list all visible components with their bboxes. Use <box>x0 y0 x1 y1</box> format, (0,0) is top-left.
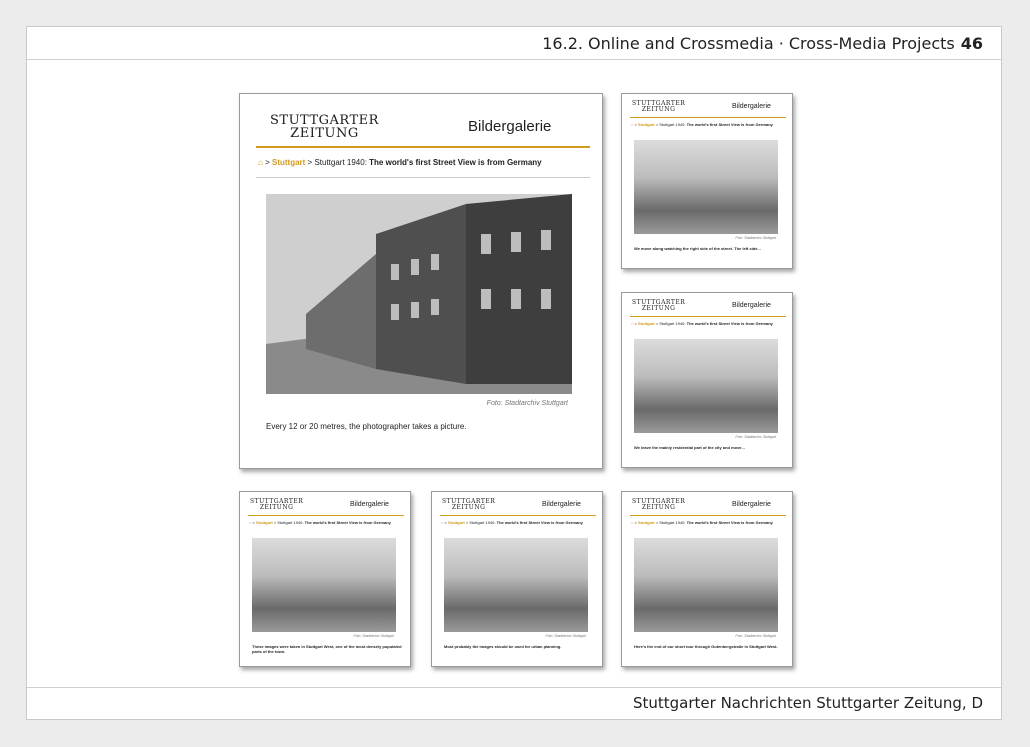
home-icon: ⌂ <box>631 321 634 326</box>
photo-credit: Foto: Stadtarchiv Stuttgart <box>735 236 776 240</box>
newspaper-logo: STUTTGARTER ZEITUNG <box>270 113 379 141</box>
gallery-title: Bildergalerie <box>468 118 552 135</box>
page-frame: 16.2. Online and Crossmedia · Cross-Medi… <box>26 26 1002 720</box>
gallery-title: Bildergalerie <box>732 103 771 110</box>
home-icon: ⌂ <box>441 520 444 525</box>
home-icon: ⌂ <box>631 520 634 525</box>
page-number: 46 <box>960 34 983 53</box>
breadcrumb: ⌂ > Stuttgart > Stuttgart 1940: The worl… <box>631 520 773 525</box>
photo-caption: Every 12 or 20 metres, the photographer … <box>266 422 467 431</box>
accent-rule <box>440 515 596 516</box>
accent-rule <box>630 316 786 317</box>
gallery-title: Bildergalerie <box>732 302 771 309</box>
photo-caption: These images were taken in Stuttgart Wes… <box>252 644 402 654</box>
gallery-screenshot-6: STUTTGARTER ZEITUNG Bildergalerie ⌂ > St… <box>621 491 793 667</box>
newspaper-logo: STUTTGARTER ZEITUNG <box>632 299 686 312</box>
photo-credit: Foto: Stadtarchiv Stuttgart <box>486 400 568 407</box>
home-icon: ⌂ <box>258 158 263 167</box>
photo-caption: Most probably the images should be used … <box>444 644 562 649</box>
gallery-screenshot-3: STUTTGARTER ZEITUNG Bildergalerie ⌂ > St… <box>621 292 793 468</box>
home-icon: ⌂ <box>631 122 634 127</box>
section-title: 16.2. Online and Crossmedia · Cross-Medi… <box>542 34 955 53</box>
street-photo <box>252 538 396 632</box>
photo-caption: We move along watching the right side of… <box>634 246 761 251</box>
accent-rule <box>630 515 786 516</box>
street-photo <box>634 339 778 433</box>
street-photo <box>634 140 778 234</box>
photo-caption: We leave the mainly residential part of … <box>634 445 745 450</box>
photo-caption: Here's the end of our short tour through… <box>634 644 778 649</box>
newspaper-logo: STUTTGARTER ZEITUNG <box>442 498 496 511</box>
gallery-screenshot-2: STUTTGARTER ZEITUNG Bildergalerie ⌂ > St… <box>621 93 793 269</box>
street-photo <box>266 194 572 394</box>
photo-credit: Foto: Stadtarchiv Stuttgart <box>735 634 776 638</box>
gallery-screenshot-4: STUTTGARTER ZEITUNG Bildergalerie ⌂ > St… <box>239 491 411 667</box>
home-icon: ⌂ <box>249 520 252 525</box>
breadcrumb: ⌂ > Stuttgart > Stuttgart 1940: The worl… <box>631 321 773 326</box>
source-credit: Stuttgarter Nachrichten Stuttgarter Zeit… <box>632 694 983 712</box>
gallery-screenshot-5: STUTTGARTER ZEITUNG Bildergalerie ⌂ > St… <box>431 491 603 667</box>
page-header: 16.2. Online and Crossmedia · Cross-Medi… <box>27 27 1001 60</box>
gallery-title: Bildergalerie <box>350 501 389 508</box>
accent-rule <box>248 515 404 516</box>
breadcrumb: ⌂ > Stuttgart > Stuttgart 1940: The worl… <box>249 520 391 525</box>
newspaper-logo: STUTTGARTER ZEITUNG <box>632 498 686 511</box>
gallery-screenshot-large: STUTTGARTER ZEITUNG Bildergalerie ⌂ > St… <box>239 93 603 469</box>
breadcrumb: ⌂ > Stuttgart > Stuttgart 1940: The worl… <box>441 520 583 525</box>
gallery-title: Bildergalerie <box>542 501 581 508</box>
gallery-title: Bildergalerie <box>732 501 771 508</box>
newspaper-logo: STUTTGARTER ZEITUNG <box>632 100 686 113</box>
photo-credit: Foto: Stadtarchiv Stuttgart <box>353 634 394 638</box>
street-photo-art <box>266 194 572 394</box>
page-footer: Stuttgarter Nachrichten Stuttgarter Zeit… <box>27 687 1001 719</box>
breadcrumb: ⌂ > Stuttgart > Stuttgart 1940: The worl… <box>258 158 542 167</box>
street-photo <box>444 538 588 632</box>
newspaper-logo: STUTTGARTER ZEITUNG <box>250 498 304 511</box>
photo-credit: Foto: Stadtarchiv Stuttgart <box>545 634 586 638</box>
street-photo <box>634 538 778 632</box>
photo-credit: Foto: Stadtarchiv Stuttgart <box>735 435 776 439</box>
accent-rule <box>256 146 590 148</box>
divider <box>256 177 590 178</box>
breadcrumb: ⌂ > Stuttgart > Stuttgart 1940: The worl… <box>631 122 773 127</box>
accent-rule <box>630 117 786 118</box>
